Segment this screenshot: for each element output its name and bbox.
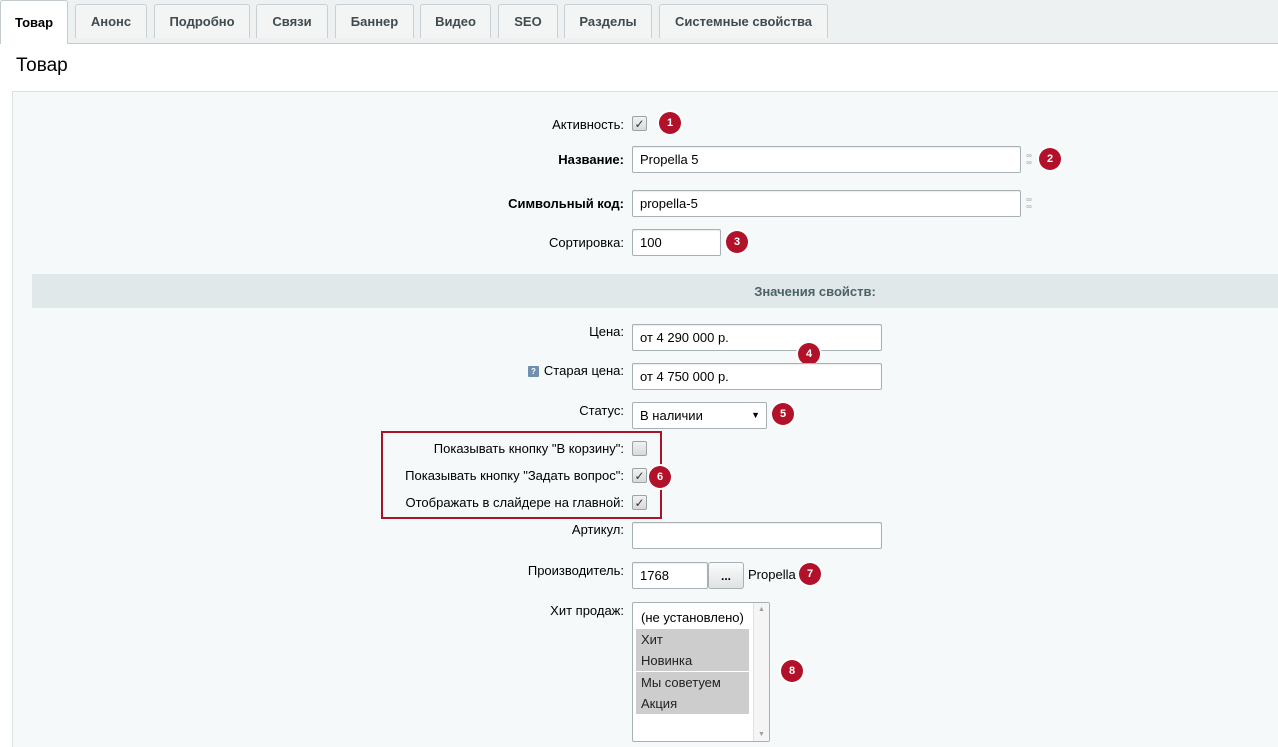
list-item[interactable]: Хит (636, 629, 749, 650)
help-icon[interactable]: ? (527, 366, 539, 377)
scroll-up-icon[interactable]: ▲ (758, 606, 765, 613)
tab-bar: Товар Анонс Подробно Связи Баннер Видео … (0, 0, 1278, 44)
name-input[interactable]: Propella 5 (632, 146, 1021, 173)
section-header: Значения свойств: (32, 274, 1278, 308)
badge-3: 3 (726, 231, 748, 253)
show-ask-label: Показывать кнопку "Задать вопрос": (405, 468, 624, 483)
hit-listbox[interactable]: (не установлено) Хит Новинка Мы советуем… (632, 602, 770, 742)
code-input[interactable]: propella-5 (632, 190, 1021, 217)
check-icon: ✓ (634, 495, 645, 510)
show-cart-checkbox[interactable] (632, 441, 647, 456)
manufacturer-label: Производитель: (527, 563, 624, 578)
activity-label: Активность: (552, 117, 624, 132)
sort-label: Сортировка: (549, 235, 624, 250)
status-select[interactable]: В наличии ▼ (632, 402, 767, 429)
hit-label: Хит продаж: (550, 603, 624, 618)
name-label: Название: (558, 152, 624, 167)
badge-6: 6 (649, 466, 671, 488)
article-label: Артикул: (571, 522, 624, 537)
show-cart-label: Показывать кнопку "В корзину": (433, 441, 624, 456)
check-icon: ✓ (634, 468, 645, 483)
price-label: Цена: (589, 324, 624, 339)
manufacturer-input[interactable]: 1768 (632, 562, 708, 589)
list-item[interactable]: (не установлено) (636, 607, 749, 628)
show-slider-checkbox[interactable]: ✓ (632, 495, 647, 510)
list-item[interactable]: Акция (636, 693, 749, 714)
activity-checkbox[interactable]: ✓ (632, 116, 647, 131)
badge-7: 7 (799, 563, 821, 585)
tab-seo[interactable]: SEO (498, 4, 558, 38)
status-label: Статус: (579, 403, 624, 418)
link-icon[interactable]: ∞ ∞ (1023, 192, 1035, 214)
badge-1: 1 (659, 112, 681, 134)
list-item[interactable]: Новинка (636, 650, 749, 671)
badge-4: 4 (798, 343, 820, 365)
article-input[interactable] (632, 522, 882, 549)
list-item[interactable]: Мы советуем (636, 672, 749, 693)
section-title: Значения свойств: (754, 283, 876, 299)
link-icon[interactable]: ∞ ∞ (1023, 148, 1035, 170)
badge-2: 2 (1039, 148, 1061, 170)
tab-details[interactable]: Подробно (154, 4, 250, 38)
tab-links[interactable]: Связи (256, 4, 328, 38)
price-input[interactable]: от 4 290 000 р. (632, 324, 882, 351)
tab-banner[interactable]: Баннер (335, 4, 414, 38)
old-price-input[interactable]: от 4 750 000 р. (632, 363, 882, 390)
status-value: В наличии (640, 408, 703, 423)
badge-8: 8 (781, 660, 803, 682)
sort-input[interactable]: 100 (632, 229, 721, 256)
check-icon: ✓ (634, 116, 645, 131)
scrollbar[interactable]: ▲ ▼ (753, 603, 769, 741)
old-price-label: ? Старая цена: (527, 363, 624, 378)
tab-product[interactable]: Товар (0, 0, 68, 44)
tab-announce[interactable]: Анонс (75, 4, 147, 38)
show-ask-checkbox[interactable]: ✓ (632, 468, 647, 483)
code-label: Символьный код: (508, 196, 624, 211)
tab-sections[interactable]: Разделы (564, 4, 652, 38)
scroll-down-icon[interactable]: ▼ (758, 731, 765, 738)
show-slider-label: Отображать в слайдере на главной: (405, 495, 625, 510)
tab-video[interactable]: Видео (420, 4, 491, 38)
manufacturer-select-button[interactable]: ... (708, 562, 744, 589)
page-title: Товар (16, 55, 68, 76)
chevron-down-icon: ▼ (751, 410, 760, 420)
tab-system-props[interactable]: Системные свойства (659, 4, 828, 38)
badge-5: 5 (772, 403, 794, 425)
manufacturer-name: Propella (748, 567, 796, 582)
